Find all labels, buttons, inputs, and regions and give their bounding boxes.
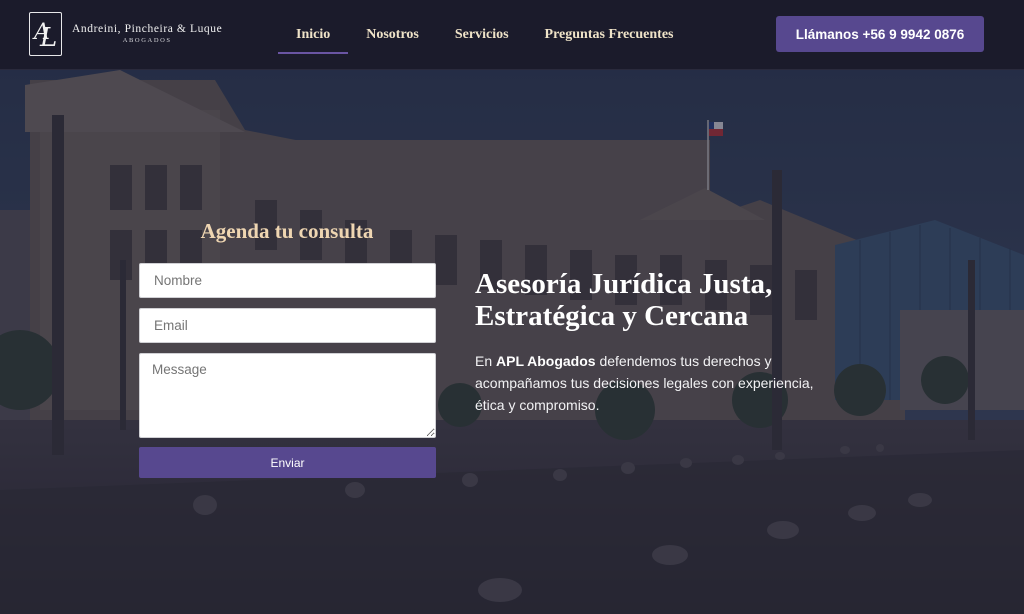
form-title: Agenda tu consulta — [200, 219, 374, 243]
logo-name: Andreini, Pincheira & Luque — [72, 22, 223, 35]
nav-servicios[interactable]: Servicios — [455, 0, 509, 70]
logo-subtitle: ABOGADOS — [122, 37, 172, 44]
hero-desc-brand: APL Abogados — [496, 353, 596, 369]
logo[interactable]: AL Andreini, Pincheira & Luque ABOGADOS — [29, 12, 222, 56]
call-button[interactable]: Llámanos +56 9 9942 0876 — [776, 16, 984, 52]
message-textarea[interactable] — [139, 353, 436, 438]
nav-nosotros[interactable]: Nosotros — [366, 0, 419, 70]
email-input[interactable] — [139, 308, 436, 343]
logo-text: Andreini, Pincheira & Luque ABOGADOS — [72, 22, 223, 45]
name-input[interactable] — [139, 263, 436, 298]
hero-title-line1: Asesoría Jurídica Justa, — [475, 268, 773, 300]
navbar: AL Andreini, Pincheira & Luque ABOGADOS … — [0, 0, 1024, 70]
hero-title: Asesoría Jurídica Justa, Estratégica y C… — [475, 268, 895, 332]
logo-monogram-icon: AL — [29, 12, 62, 56]
submit-button[interactable]: Enviar — [139, 447, 436, 478]
main-nav: Inicio Nosotros Servicios Preguntas Frec… — [278, 0, 674, 70]
nav-preguntas-frecuentes[interactable]: Preguntas Frecuentes — [545, 0, 674, 70]
nav-inicio[interactable]: Inicio — [278, 0, 349, 70]
hero-title-line2: Estratégica y Cercana — [475, 300, 749, 332]
hero-description: En APL Abogados defendemos tus derechos … — [475, 350, 815, 416]
hero-desc-prefix: En — [475, 353, 497, 369]
